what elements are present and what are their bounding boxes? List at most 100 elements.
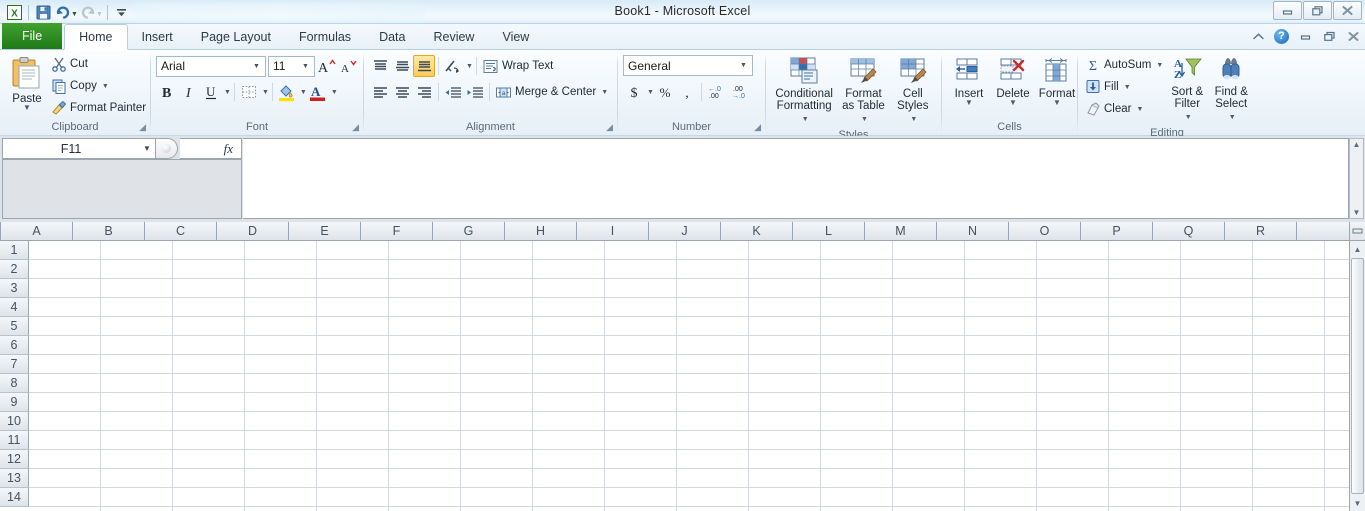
tab-page-layout[interactable]: Page Layout [187,24,285,49]
conditional-formatting-dropdown-icon[interactable]: ▼ [802,116,809,123]
row-header-2[interactable]: 2 [0,260,29,279]
paste-dropdown-icon[interactable]: ▼ [23,104,31,112]
name-box-dropdown-icon[interactable]: ▼ [139,144,155,153]
autosum-dropdown-icon[interactable]: ▼ [1156,62,1163,69]
column-header-L[interactable]: L [793,222,865,241]
format-cells-button[interactable]: Format ▼ [1035,54,1079,108]
number-format-combo[interactable]: General ▼ [623,55,753,76]
row-header-11[interactable]: 11 [0,431,29,450]
decrease-font-size-icon[interactable]: A [337,55,359,77]
column-header-M[interactable]: M [865,222,937,241]
tab-insert[interactable]: Insert [128,24,187,49]
merge-center-dropdown-icon[interactable]: ▼ [601,89,608,96]
clear-button[interactable]: Clear ▼ [1083,98,1165,120]
cell-styles-button[interactable]: Cell Styles ▼ [890,54,936,128]
fill-color-icon[interactable] [276,81,298,103]
find-select-button[interactable]: Find & Select ▼ [1209,54,1253,126]
column-header-C[interactable]: C [145,222,217,241]
tab-home[interactable]: Home [64,24,128,50]
row-header-3[interactable]: 3 [0,279,29,298]
column-header-J[interactable]: J [649,222,721,241]
insert-cells-dropdown-icon[interactable]: ▼ [965,99,973,107]
accounting-dropdown-icon[interactable]: ▼ [647,89,654,96]
increase-indent-button[interactable] [464,81,486,103]
insert-cells-button[interactable]: Insert ▼ [947,54,991,108]
row-header-14[interactable]: 14 [0,488,29,507]
borders-dropdown-icon[interactable]: ▼ [262,89,269,96]
column-header-P[interactable]: P [1081,222,1153,241]
font-dialog-launcher[interactable]: ◢ [349,122,359,134]
decrease-indent-button[interactable] [442,81,464,103]
format-painter-button[interactable]: Format Painter [49,97,148,119]
row-header-4[interactable]: 4 [0,298,29,317]
increase-decimal-icon[interactable]: ←.0 .00 [705,81,729,103]
column-header-D[interactable]: D [217,222,289,241]
column-header-H[interactable]: H [505,222,577,241]
conditional-formatting-button[interactable]: Conditional Formatting ▼ [771,54,837,128]
window-restore-icon[interactable] [1321,28,1337,44]
number-format-dropdown-icon[interactable]: ▼ [737,62,750,69]
formula-input[interactable] [243,138,1349,219]
percent-style-icon[interactable]: % [654,81,676,103]
font-color-icon[interactable]: A [307,81,329,103]
delete-cells-dropdown-icon[interactable]: ▼ [1009,99,1017,107]
fill-color-dropdown-icon[interactable]: ▼ [300,89,307,96]
tab-view[interactable]: View [488,24,543,49]
row-header-1[interactable]: 1 [0,241,29,260]
row-headers[interactable]: 1 2 3 4 5 6 7 8 9 10 11 12 13 14 [0,241,29,511]
row-header-12[interactable]: 12 [0,450,29,469]
number-dialog-launcher[interactable]: ◢ [751,122,761,134]
row-header-5[interactable]: 5 [0,317,29,336]
formula-bar-scrollbar[interactable]: ▲ ▼ [1349,138,1364,219]
clipboard-dialog-launcher[interactable]: ◢ [136,122,146,134]
bold-button[interactable]: B [156,81,178,103]
underline-dropdown-icon[interactable]: ▼ [224,89,231,96]
format-as-table-button[interactable]: Format as Table ▼ [837,54,889,128]
align-center-button[interactable] [391,81,413,103]
column-header-I[interactable]: I [577,222,649,241]
fill-dropdown-icon[interactable]: ▼ [1124,84,1131,91]
tab-data[interactable]: Data [365,24,419,49]
orientation-icon[interactable] [442,55,464,77]
split-box-button[interactable] [1349,222,1365,241]
column-header-E[interactable]: E [289,222,361,241]
row-header-8[interactable]: 8 [0,374,29,393]
insert-function-button[interactable]: fx [180,138,242,159]
format-cells-dropdown-icon[interactable]: ▼ [1053,99,1061,107]
merge-center-button[interactable]: a Merge & Center ▼ [493,81,610,103]
cell-styles-dropdown-icon[interactable]: ▼ [910,116,917,123]
name-box[interactable]: F11 ▼ [2,138,156,159]
close-button[interactable] [1333,1,1362,20]
font-name-combo[interactable]: Arial ▼ [156,55,266,77]
italic-button[interactable]: I [178,81,200,103]
format-as-table-dropdown-icon[interactable]: ▼ [861,116,868,123]
cell-area[interactable] [29,241,1365,511]
paste-button[interactable]: Paste ▼ [5,53,49,113]
worksheet-grid[interactable]: A B C D E F G H I J K L M N O P Q R 1 2 … [0,222,1365,511]
column-header-N[interactable]: N [937,222,1009,241]
tab-formulas[interactable]: Formulas [285,24,365,49]
decrease-decimal-icon[interactable]: .00 →.0 [729,81,753,103]
top-align-button[interactable] [369,55,391,77]
column-header-K[interactable]: K [721,222,793,241]
scroll-up-icon[interactable]: ▲ [1350,241,1365,257]
increase-font-size-icon[interactable]: A [315,55,337,77]
scrollbar-thumb[interactable] [1351,258,1364,494]
font-name-dropdown-icon[interactable]: ▼ [250,63,263,70]
underline-button[interactable]: U [200,81,222,103]
formula-scroll-down-icon[interactable]: ▼ [1353,208,1361,217]
row-header-13[interactable]: 13 [0,469,29,488]
formula-bar-resize-grip[interactable] [156,138,178,159]
ribbon-tab-strip[interactable]: File Home Insert Page Layout Formulas Da… [0,23,1365,50]
tab-review[interactable]: Review [419,24,488,49]
font-size-dropdown-icon[interactable]: ▼ [299,63,312,70]
comma-style-icon[interactable]: , [676,81,698,103]
font-color-dropdown-icon[interactable]: ▼ [331,89,338,96]
align-left-button[interactable] [369,81,391,103]
column-headers[interactable]: A B C D E F G H I J K L M N O P Q R [0,222,1365,241]
cut-button[interactable]: Cut [49,53,148,75]
row-header-10[interactable]: 10 [0,412,29,431]
wrap-text-button[interactable]: Wrap Text [480,55,555,77]
column-header-Q[interactable]: Q [1153,222,1225,241]
align-right-button[interactable] [413,81,435,103]
